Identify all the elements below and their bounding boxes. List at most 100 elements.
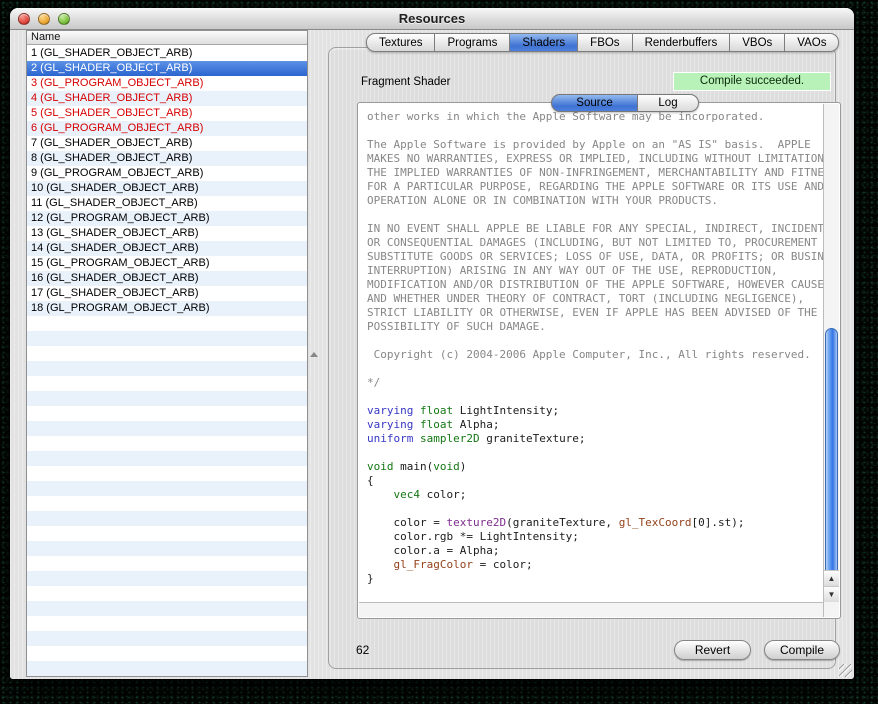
list-filler-row xyxy=(27,571,307,586)
list-item-label: 12 (GL_PROGRAM_OBJECT_ARB) xyxy=(31,212,210,224)
tab-textures[interactable]: Textures xyxy=(366,33,435,52)
code-line: other works in which the Apple Software … xyxy=(367,110,823,124)
list-item-label: 5 (GL_SHADER_OBJECT_ARB) xyxy=(31,107,192,119)
list-item[interactable]: 9 (GL_PROGRAM_OBJECT_ARB) xyxy=(27,166,307,181)
segment-source[interactable]: Source xyxy=(551,94,638,112)
tab-vaos[interactable]: VAOs xyxy=(785,33,839,52)
code-line: MODIFICATION AND/OR DISTRIBUTION OF THE … xyxy=(367,278,823,292)
list-item[interactable]: 18 (GL_PROGRAM_OBJECT_ARB) xyxy=(27,301,307,316)
list-item-label: 17 (GL_SHADER_OBJECT_ARB) xyxy=(31,287,199,299)
tab-shaders[interactable]: Shaders xyxy=(510,33,578,52)
list-item[interactable]: 3 (GL_PROGRAM_OBJECT_ARB) xyxy=(27,76,307,91)
scrollbar-thumb[interactable] xyxy=(825,328,838,576)
resize-grip-icon[interactable] xyxy=(839,664,852,677)
list-filler-row xyxy=(27,556,307,571)
segment-log[interactable]: Log xyxy=(638,94,699,112)
list-item[interactable]: 15 (GL_PROGRAM_OBJECT_ARB) xyxy=(27,256,307,271)
list-filler-row xyxy=(27,541,307,556)
list-filler-row xyxy=(27,661,307,676)
list-filler-row xyxy=(27,331,307,346)
list-item[interactable]: 14 (GL_SHADER_OBJECT_ARB) xyxy=(27,241,307,256)
list-filler-row xyxy=(27,316,307,331)
tab-fbos[interactable]: FBOs xyxy=(578,33,632,52)
scroll-down-arrow-icon[interactable]: ▼ xyxy=(824,586,839,602)
list-item[interactable]: 6 (GL_PROGRAM_OBJECT_ARB) xyxy=(27,121,307,136)
list-item[interactable]: 2 (GL_SHADER_OBJECT_ARB) xyxy=(27,61,307,76)
list-item[interactable]: 16 (GL_SHADER_OBJECT_ARB) xyxy=(27,271,307,286)
list-item[interactable]: 10 (GL_SHADER_OBJECT_ARB) xyxy=(27,181,307,196)
code-line xyxy=(367,362,823,376)
list-item[interactable]: 8 (GL_SHADER_OBJECT_ARB) xyxy=(27,151,307,166)
code-line xyxy=(367,208,823,222)
code-line xyxy=(367,502,823,516)
tab-strip: TexturesProgramsShadersFBOsRenderbuffers… xyxy=(366,33,839,52)
code-line: FOR A PARTICULAR PURPOSE, REGARDING THE … xyxy=(367,180,823,194)
code-line xyxy=(367,446,823,460)
list-filler-row xyxy=(27,646,307,661)
title-bar[interactable]: Resources xyxy=(10,8,854,30)
code-line: void main(void) xyxy=(367,460,823,474)
tab-programs[interactable]: Programs xyxy=(435,33,510,52)
list-filler-row xyxy=(27,451,307,466)
horizontal-scrollbar[interactable] xyxy=(359,602,823,617)
code-line: */ xyxy=(367,376,823,390)
list-item[interactable]: 5 (GL_SHADER_OBJECT_ARB) xyxy=(27,106,307,121)
code-line: uniform sampler2D graniteTexture; xyxy=(367,432,823,446)
list-item[interactable]: 11 (GL_SHADER_OBJECT_ARB) xyxy=(27,196,307,211)
window-content: Name 1 (GL_SHADER_OBJECT_ARB)2 (GL_SHADE… xyxy=(10,30,854,679)
list-item-label: 4 (GL_SHADER_OBJECT_ARB) xyxy=(31,92,192,104)
list-item[interactable]: 4 (GL_SHADER_OBJECT_ARB) xyxy=(27,91,307,106)
list-item[interactable]: 17 (GL_SHADER_OBJECT_ARB) xyxy=(27,286,307,301)
list-filler-row xyxy=(27,586,307,601)
tab-renderbuffers[interactable]: Renderbuffers xyxy=(633,33,731,52)
code-line: AND WHETHER UNDER THEORY OF CONTRACT, TO… xyxy=(367,292,823,306)
resources-window: Resources Name 1 (GL_SHADER_OBJECT_ARB)2… xyxy=(10,8,854,679)
splitter-handle-icon[interactable] xyxy=(310,352,318,357)
tab-vbos[interactable]: VBOs xyxy=(730,33,785,52)
code-line: Copyright (c) 2004-2006 Apple Computer, … xyxy=(367,348,823,362)
resource-list: Name 1 (GL_SHADER_OBJECT_ARB)2 (GL_SHADE… xyxy=(26,30,308,677)
shader-source-code[interactable]: other works in which the Apple Software … xyxy=(358,103,823,602)
list-item[interactable]: 7 (GL_SHADER_OBJECT_ARB) xyxy=(27,136,307,151)
list-item-label: 6 (GL_PROGRAM_OBJECT_ARB) xyxy=(31,122,203,134)
list-item-label: 16 (GL_SHADER_OBJECT_ARB) xyxy=(31,272,199,284)
code-line: gl_FragColor = color; xyxy=(367,558,823,572)
code-line: INTERRUPTION) ARISING IN ANY WAY OUT OF … xyxy=(367,264,823,278)
list-item-label: 3 (GL_PROGRAM_OBJECT_ARB) xyxy=(31,77,203,89)
code-line xyxy=(367,390,823,404)
list-item-label: 13 (GL_SHADER_OBJECT_ARB) xyxy=(31,227,199,239)
revert-button[interactable]: Revert xyxy=(674,640,751,660)
compile-button[interactable]: Compile xyxy=(764,640,840,660)
code-line: } xyxy=(367,572,823,586)
code-line: OR CONSEQUENTIAL DAMAGES (INCLUDING, BUT… xyxy=(367,236,823,250)
list-column-header-name[interactable]: Name xyxy=(27,31,307,45)
shaders-panel: Fragment Shader Compile succeeded. Sourc… xyxy=(328,47,836,669)
code-line: varying float LightIntensity; xyxy=(367,404,823,418)
list-filler-row xyxy=(27,376,307,391)
list-item[interactable]: 1 (GL_SHADER_OBJECT_ARB) xyxy=(27,46,307,61)
code-line: vec4 color; xyxy=(367,488,823,502)
list-filler-row xyxy=(27,496,307,511)
window-title: Resources xyxy=(10,11,854,26)
code-line: STRICT LIABILITY OR OTHERWISE, EVEN IF A… xyxy=(367,306,823,320)
code-line: The Apple Software is provided by Apple … xyxy=(367,138,823,152)
shader-type-label: Fragment Shader xyxy=(361,76,451,88)
code-line xyxy=(367,124,823,138)
list-item-label: 8 (GL_SHADER_OBJECT_ARB) xyxy=(31,152,192,164)
code-line: color = texture2D(graniteTexture, gl_Tex… xyxy=(367,516,823,530)
code-line: POSSIBILITY OF SUCH DAMAGE. xyxy=(367,320,823,334)
list-filler-row xyxy=(27,406,307,421)
list-filler-row xyxy=(27,631,307,646)
list-filler-row xyxy=(27,481,307,496)
list-item-label: 10 (GL_SHADER_OBJECT_ARB) xyxy=(31,182,199,194)
shader-source-editor: other works in which the Apple Software … xyxy=(357,102,841,619)
list-item-label: 11 (GL_SHADER_OBJECT_ARB) xyxy=(31,197,198,209)
shader-id-label: 62 xyxy=(356,643,369,657)
scroll-up-arrow-icon[interactable]: ▲ xyxy=(824,570,839,586)
source-log-segmented-control: SourceLog xyxy=(551,94,699,112)
list-filler-row xyxy=(27,616,307,631)
vertical-scrollbar[interactable]: ▲ ▼ xyxy=(823,104,839,617)
list-item[interactable]: 12 (GL_PROGRAM_OBJECT_ARB) xyxy=(27,211,307,226)
list-item[interactable]: 13 (GL_SHADER_OBJECT_ARB) xyxy=(27,226,307,241)
list-item-label: 7 (GL_SHADER_OBJECT_ARB) xyxy=(31,137,192,149)
